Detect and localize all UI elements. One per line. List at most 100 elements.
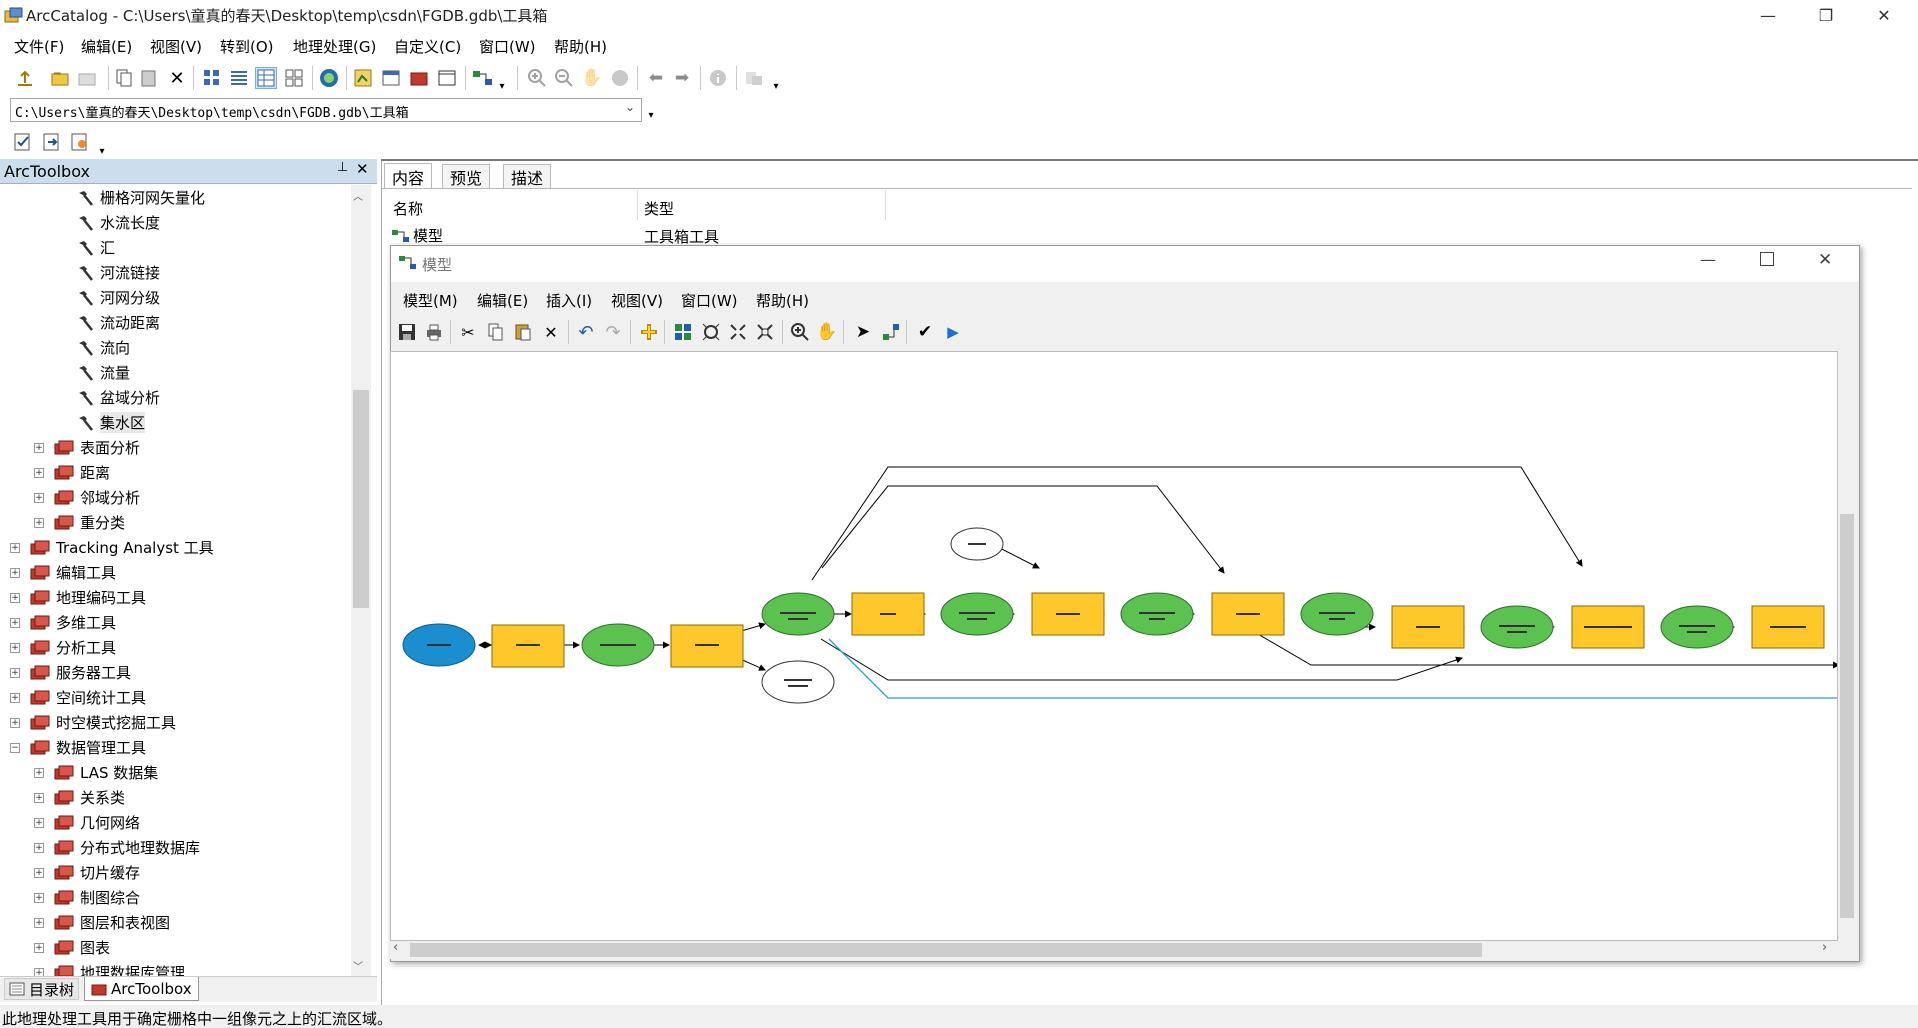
metadata-export-icon[interactable] bbox=[41, 131, 63, 153]
toolset-item[interactable]: + 表面分析 bbox=[34, 435, 140, 460]
tool-item[interactable]: 流量 bbox=[76, 360, 130, 385]
fixed-zoom-out-icon[interactable] bbox=[754, 321, 776, 343]
large-icons-view-icon[interactable] bbox=[201, 67, 223, 89]
model-menu-view[interactable]: 视图(V) bbox=[611, 290, 663, 311]
delete-icon[interactable]: ✕ bbox=[540, 321, 562, 343]
expand-icon[interactable]: + bbox=[34, 817, 44, 828]
menu-window[interactable]: 窗口(W) bbox=[479, 36, 536, 57]
details-view-icon[interactable] bbox=[255, 67, 277, 89]
print-icon[interactable] bbox=[423, 321, 445, 343]
toolset-item[interactable]: + 图层和表视图 bbox=[34, 910, 170, 935]
canvas-vscroll-thumb[interactable] bbox=[1840, 514, 1854, 918]
toolset-item[interactable]: + 空间统计工具 bbox=[10, 685, 146, 710]
copy-icon[interactable] bbox=[485, 321, 507, 343]
tool-item[interactable]: 水流长度 bbox=[76, 210, 160, 235]
expand-icon[interactable]: + bbox=[34, 842, 44, 853]
toolset-item[interactable]: + 重分类 bbox=[34, 510, 125, 535]
toolset-item[interactable]: + 地理编码工具 bbox=[10, 585, 146, 610]
tool-item[interactable]: 盆域分析 bbox=[76, 385, 160, 410]
menu-goto[interactable]: 转到(O) bbox=[220, 36, 274, 57]
chevron-down-icon[interactable]: ⌄ bbox=[620, 100, 640, 120]
zoom-in-icon[interactable] bbox=[789, 321, 811, 343]
copy-icon[interactable] bbox=[113, 67, 135, 89]
tab-arctoolbox[interactable]: ArcToolbox bbox=[84, 977, 199, 1001]
model-menu-model[interactable]: 模型(M) bbox=[403, 290, 458, 311]
expand-icon[interactable]: + bbox=[10, 692, 20, 703]
paste-icon[interactable] bbox=[512, 321, 534, 343]
expand-icon[interactable]: + bbox=[10, 567, 20, 578]
toolset-item[interactable]: − 数据管理工具 bbox=[10, 735, 146, 760]
zoom-in-icon[interactable] bbox=[526, 67, 548, 89]
metadata-icon[interactable] bbox=[743, 67, 765, 89]
tool-item[interactable]: 集水区 bbox=[76, 410, 146, 435]
scroll-right-icon[interactable]: › bbox=[1822, 940, 1827, 955]
expand-icon[interactable]: + bbox=[10, 592, 20, 603]
expand-icon[interactable]: + bbox=[10, 642, 20, 653]
tool-item[interactable]: 流动距离 bbox=[76, 310, 160, 335]
panel-close-icon[interactable]: ✕ bbox=[356, 160, 369, 178]
arctoolbox-icon[interactable] bbox=[408, 67, 430, 89]
toolset-item[interactable]: + 切片缓存 bbox=[34, 860, 140, 885]
tool-item[interactable]: 河流链接 bbox=[76, 260, 160, 285]
model-minimize-button[interactable]: — bbox=[1700, 250, 1716, 269]
toolset-item[interactable]: + 距离 bbox=[34, 460, 110, 485]
model-menu-window[interactable]: 窗口(W) bbox=[681, 290, 738, 311]
fixed-zoom-in-icon[interactable] bbox=[727, 321, 749, 343]
expand-icon[interactable]: + bbox=[34, 442, 44, 453]
catalog-window-icon[interactable] bbox=[380, 67, 402, 89]
model-menu-edit[interactable]: 编辑(E) bbox=[477, 290, 528, 311]
select-pointer-icon[interactable]: ➤ bbox=[852, 321, 874, 343]
expand-icon[interactable]: + bbox=[10, 717, 20, 728]
expand-icon[interactable]: + bbox=[34, 792, 44, 803]
disconnect-folder-icon[interactable] bbox=[76, 67, 98, 89]
tab-catalog-tree[interactable]: 目录树 bbox=[4, 978, 80, 1000]
expand-icon[interactable]: + bbox=[34, 867, 44, 878]
cut-icon[interactable]: ✂ bbox=[457, 321, 479, 343]
run-play-icon[interactable]: ▶ bbox=[942, 321, 964, 343]
identify-icon[interactable] bbox=[707, 67, 729, 89]
toolset-item[interactable]: + 制图综合 bbox=[34, 885, 140, 910]
add-data-icon[interactable] bbox=[638, 321, 660, 343]
expand-icon[interactable]: + bbox=[10, 542, 20, 553]
menu-customize[interactable]: 自定义(C) bbox=[394, 36, 461, 57]
canvas-hscroll-thumb[interactable] bbox=[410, 943, 1482, 957]
toolset-item[interactable]: + LAS 数据集 bbox=[34, 760, 158, 785]
expand-icon[interactable]: + bbox=[34, 517, 44, 528]
tab-description[interactable]: 描述 bbox=[503, 164, 552, 188]
toolset-item[interactable]: + 地理数据库管理 bbox=[34, 960, 185, 976]
menu-edit[interactable]: 编辑(E) bbox=[81, 36, 132, 57]
list-item[interactable]: 模型 bbox=[391, 225, 443, 246]
location-input[interactable]: C:\Users\童真的春天\Desktop\temp\csdn\FGDB.gd… bbox=[10, 98, 642, 122]
save-icon[interactable] bbox=[396, 321, 418, 343]
toolbar-overflow-icon[interactable]: ▾ bbox=[645, 104, 657, 126]
tool-item[interactable]: 河网分级 bbox=[76, 285, 160, 310]
full-extent-icon[interactable] bbox=[700, 321, 722, 343]
pan-hand-icon[interactable]: ✋ bbox=[816, 321, 838, 343]
connect-folder-icon[interactable] bbox=[49, 67, 71, 89]
model-menu-insert[interactable]: 插入(I) bbox=[546, 290, 592, 311]
toolset-item[interactable]: + 时空模式挖掘工具 bbox=[10, 710, 176, 735]
column-header-type[interactable]: 类型 bbox=[644, 198, 674, 219]
delete-icon[interactable]: ✕ bbox=[166, 67, 188, 89]
expand-icon[interactable]: + bbox=[10, 667, 20, 678]
minimize-button[interactable]: — bbox=[1739, 0, 1797, 30]
list-view-icon[interactable] bbox=[228, 67, 250, 89]
menu-file[interactable]: 文件(F) bbox=[14, 36, 64, 57]
menu-geoprocessing[interactable]: 地理处理(G) bbox=[293, 36, 376, 57]
validate-check-icon[interactable]: ✔ bbox=[914, 321, 936, 343]
paste-icon[interactable] bbox=[138, 67, 160, 89]
tab-contents[interactable]: 内容 bbox=[384, 163, 433, 189]
scroll-left-icon[interactable]: ‹ bbox=[393, 940, 398, 955]
toolset-item[interactable]: + 多维工具 bbox=[10, 610, 116, 635]
back-arrow-icon[interactable]: ⬅ bbox=[645, 67, 667, 89]
toolset-item[interactable]: + 分析工具 bbox=[10, 635, 116, 660]
restore-button[interactable]: ❐ bbox=[1797, 0, 1855, 30]
model-close-button[interactable]: ✕ bbox=[1818, 250, 1832, 270]
redo-icon[interactable]: ↷ bbox=[602, 321, 624, 343]
model-maximize-button[interactable] bbox=[1760, 252, 1774, 266]
metadata-validate-icon[interactable] bbox=[12, 131, 34, 153]
toolset-item[interactable]: + 图表 bbox=[34, 935, 110, 960]
forward-arrow-icon[interactable]: ➡ bbox=[671, 67, 693, 89]
model-menu-help[interactable]: 帮助(H) bbox=[756, 290, 809, 311]
scroll-up-icon[interactable]: ︿ bbox=[353, 188, 363, 203]
